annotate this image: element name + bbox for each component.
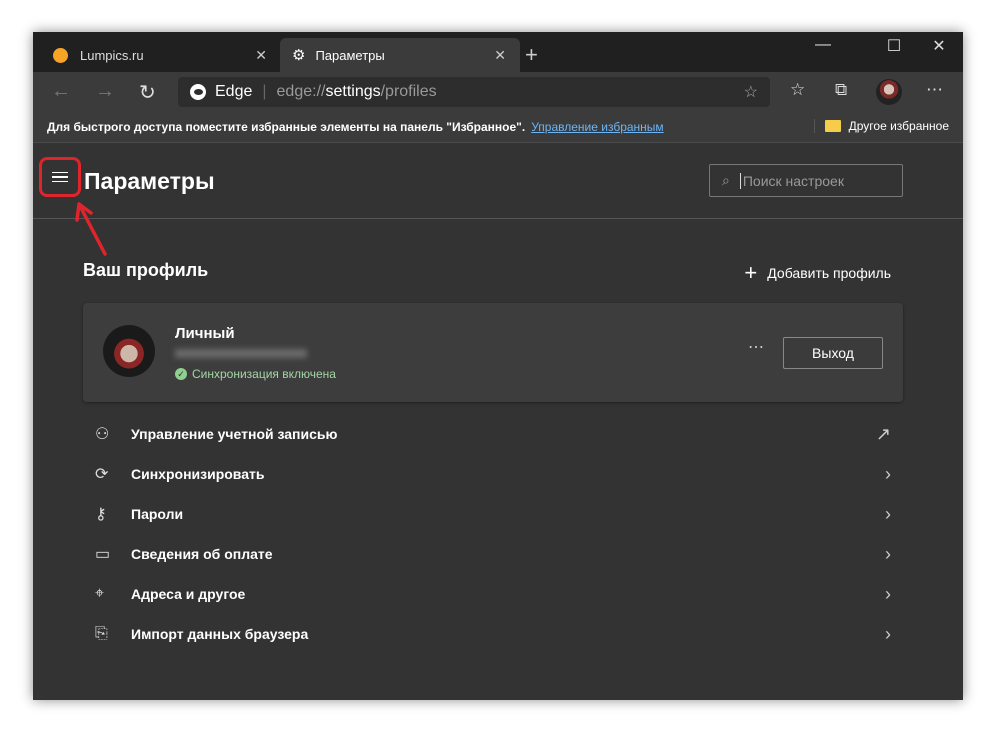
sync-status: ✓ Синхронизация включена	[175, 367, 336, 381]
favorites-bar-message: Для быстрого доступа поместите избранные…	[47, 120, 526, 134]
profile-name: Личный	[175, 325, 235, 342]
search-icon: ⌕	[722, 172, 730, 188]
card-icon: ▭	[95, 546, 111, 563]
settings-header: Параметры ⌕	[33, 143, 963, 219]
avatar	[103, 325, 155, 377]
url-path: /profiles	[380, 83, 437, 100]
maximize-button[interactable]: ☐	[874, 36, 914, 56]
back-button[interactable]: ←	[51, 80, 71, 103]
profile-settings-list: ⚇ Управление учетной записью ↗ ⟳ Синхронизи…	[83, 414, 903, 654]
import-icon: ⎘	[95, 625, 108, 642]
other-favorites-label: Другое избранное	[848, 119, 949, 133]
list-item-passwords[interactable]: ⚷ Пароли ›	[83, 494, 903, 534]
site-favicon-icon	[53, 47, 68, 63]
toolbar: ← → ↻ Edge | edge://settings/profiles ☆ …	[33, 72, 963, 112]
divider: |	[262, 83, 267, 100]
add-favorite-star-icon[interactable]: ☆	[744, 82, 758, 102]
hamburger-menu-button[interactable]	[39, 157, 81, 197]
url-prefix: edge://	[276, 83, 326, 100]
settings-page: Параметры ⌕ Ваш профиль + Добавить профил…	[33, 143, 963, 700]
chevron-right-icon: ›	[885, 543, 891, 564]
add-profile-button[interactable]: + Добавить профиль	[744, 260, 891, 286]
profile-avatar-button[interactable]	[876, 79, 902, 105]
list-item-label: Импорт данных браузера	[131, 626, 309, 642]
person-icon: ⚇	[95, 426, 110, 443]
close-tab-icon[interactable]: ✕	[494, 47, 506, 64]
external-link-icon: ↗	[875, 423, 891, 444]
blurred-email	[175, 349, 307, 358]
list-item-manage-account[interactable]: ⚇ Управление учетной записью ↗	[83, 414, 903, 454]
chevron-right-icon: ›	[885, 503, 891, 524]
address-brand: Edge	[215, 83, 253, 100]
collections-icon[interactable]: ⧉	[835, 80, 847, 100]
logout-button[interactable]: Выход	[783, 337, 883, 369]
edge-logo-icon	[190, 84, 206, 100]
tab-lumpics[interactable]: Lumpics.ru ✕	[41, 38, 281, 72]
tab-label: Lumpics.ru	[80, 47, 144, 63]
list-item-sync[interactable]: ⟳ Синхронизировать ›	[83, 454, 903, 494]
add-profile-label: Добавить профиль	[767, 265, 891, 281]
search-input[interactable]	[739, 172, 880, 189]
tab-bar: Lumpics.ru ✕ ⚙ Параметры ✕ + — ☐ ✕	[33, 32, 963, 72]
check-icon: ✓	[175, 368, 187, 380]
list-item-label: Синхронизировать	[131, 466, 265, 482]
close-window-button[interactable]: ✕	[919, 36, 959, 56]
annotation-arrow-icon	[75, 202, 107, 256]
favorites-icon[interactable]: ☆	[790, 80, 805, 100]
manage-favorites-link[interactable]: Управление избранным	[531, 120, 663, 134]
favorites-bar: Для быстрого доступа поместите избранные…	[33, 112, 963, 143]
chevron-right-icon: ›	[885, 583, 891, 604]
browser-window: Lumpics.ru ✕ ⚙ Параметры ✕ + — ☐ ✕ ← → ↻…	[33, 32, 963, 700]
search-box[interactable]: ⌕	[709, 164, 903, 197]
list-item-addresses[interactable]: ⌖ Адреса и другое ›	[83, 574, 903, 614]
url-host: settings	[325, 83, 381, 100]
refresh-button[interactable]: ↻	[139, 80, 156, 105]
list-item-import[interactable]: ⎘ Импорт данных браузера ›	[83, 614, 903, 654]
page-title: Параметры	[84, 168, 215, 194]
profile-card: Личный ✓ Синхронизация включена ⋯ Выход	[83, 303, 903, 402]
tab-settings[interactable]: ⚙ Параметры ✕	[280, 38, 520, 72]
list-item-payment[interactable]: ▭ Сведения об оплате ›	[83, 534, 903, 574]
other-favorites-button[interactable]: Другое избранное	[813, 119, 949, 133]
close-tab-icon[interactable]: ✕	[255, 47, 267, 64]
gear-icon: ⚙	[292, 47, 306, 64]
forward-button[interactable]: →	[95, 80, 115, 103]
section-title: Ваш профиль	[83, 260, 209, 280]
profile-more-button[interactable]: ⋯	[748, 337, 764, 357]
list-item-label: Пароли	[131, 506, 184, 522]
location-icon: ⌖	[95, 585, 105, 602]
minimize-button[interactable]: —	[803, 36, 843, 54]
key-icon: ⚷	[95, 506, 107, 523]
list-item-label: Адреса и другое	[131, 586, 246, 602]
chevron-right-icon: ›	[885, 463, 891, 484]
plus-icon: +	[744, 260, 758, 285]
sync-icon: ⟳	[95, 466, 109, 483]
address-bar[interactable]: Edge | edge://settings/profiles ☆	[178, 77, 770, 107]
list-item-label: Управление учетной записью	[131, 426, 338, 442]
list-item-label: Сведения об оплате	[131, 546, 273, 562]
sync-status-label: Синхронизация включена	[192, 367, 336, 381]
tab-label: Параметры	[315, 47, 385, 63]
chevron-right-icon: ›	[885, 623, 891, 644]
folder-icon	[824, 120, 841, 132]
more-menu-icon[interactable]: ⋯	[926, 80, 943, 100]
new-tab-button[interactable]: +	[525, 42, 538, 68]
